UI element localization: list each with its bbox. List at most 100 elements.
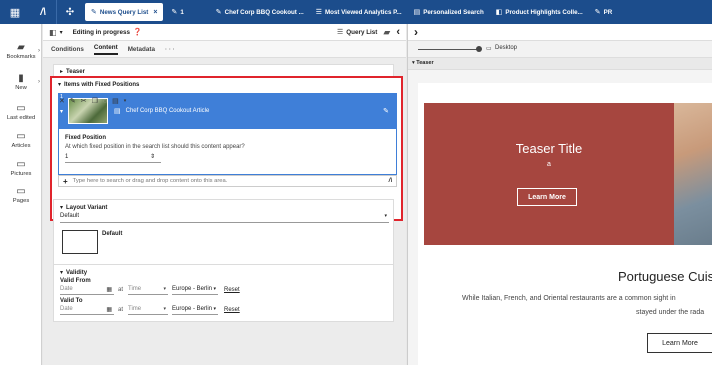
valid-to-date[interactable]: Date ▦ bbox=[60, 306, 114, 315]
calendar-icon[interactable]: ▦ bbox=[106, 286, 112, 293]
editor-panel: ◧ ▾ Editing in progress ❓ ☰ Query List ▰… bbox=[43, 24, 406, 365]
nav-pages[interactable]: ▭ Pages bbox=[0, 186, 42, 205]
tab-product-highlights[interactable]: ◧ Product Highlights Colle... bbox=[490, 0, 589, 24]
nav-label: Pages bbox=[12, 198, 30, 204]
timezone-value: Europe - Berlin bbox=[172, 306, 213, 312]
article-title: Portuguese Cuis bbox=[618, 269, 712, 284]
stepper-icon[interactable]: ⇕ bbox=[150, 153, 155, 160]
nav-new[interactable]: ▮ › New bbox=[0, 74, 42, 92]
valid-from-date[interactable]: Date ▦ bbox=[60, 286, 114, 295]
close-icon[interactable]: × bbox=[153, 9, 157, 16]
validity-section: ▾ Validity Valid From Date ▦ at Time ▾ E… bbox=[53, 264, 394, 322]
layout-variant-select[interactable]: Default ▾ bbox=[60, 213, 389, 223]
field-description: At which fixed position in the search li… bbox=[65, 144, 245, 150]
app-grid-icon[interactable]: ▦ bbox=[0, 0, 30, 24]
nav-pictures[interactable]: ▭ Pictures bbox=[0, 159, 42, 178]
nav-last-edited[interactable]: ▭ Last edited bbox=[0, 103, 42, 122]
pencil-icon: ✎ bbox=[594, 9, 601, 16]
tab-conditions[interactable]: Conditions bbox=[51, 46, 84, 53]
breadcrumb-item[interactable]: ▾ Teaser bbox=[412, 60, 434, 66]
tab-metadata[interactable]: Metadata bbox=[128, 46, 155, 53]
chevron-down-icon[interactable]: ▾ bbox=[60, 29, 63, 36]
device-slider-track[interactable] bbox=[418, 49, 478, 50]
chevron-down-icon: ▾ bbox=[163, 306, 166, 312]
article-learn-more-button[interactable]: Learn More bbox=[647, 333, 712, 353]
fixed-position-form: Fixed Position At which fixed position i… bbox=[58, 129, 397, 175]
remove-icon[interactable]: ✕ bbox=[59, 97, 65, 105]
section-header[interactable]: ▾ Layout Variant bbox=[60, 204, 108, 212]
chevron-down-icon: ▾ bbox=[163, 286, 166, 292]
item-title[interactable]: Chef Corp BBQ Cookout Article bbox=[126, 108, 210, 114]
tab-label: Chef Corp BBQ Cookout ... bbox=[224, 8, 304, 16]
reset-to-link[interactable]: Reset bbox=[224, 307, 240, 313]
article-text-line-1: While Italian, French, and Oriental rest… bbox=[462, 295, 676, 302]
paste-icon[interactable]: ◌ bbox=[103, 98, 107, 105]
section-header[interactable]: ▾ Items with Fixed Positions bbox=[58, 81, 139, 89]
pencil-icon[interactable]: ✎ bbox=[383, 107, 389, 115]
add-icon[interactable]: + bbox=[63, 177, 68, 186]
folder-icon: ▭ bbox=[16, 186, 26, 197]
valid-from-timezone[interactable]: Europe - Berlin ▾ bbox=[172, 286, 218, 295]
valid-to-timezone[interactable]: Europe - Berlin ▾ bbox=[172, 306, 218, 315]
fixed-position-input[interactable]: 1 ⇕ bbox=[65, 153, 161, 163]
time-placeholder: Time bbox=[128, 306, 142, 312]
content-search-field[interactable]: + Type here to search or drag and drop c… bbox=[58, 175, 397, 187]
reset-from-link[interactable]: Reset bbox=[224, 287, 240, 293]
pencil-icon: ✎ bbox=[215, 9, 222, 16]
chevron-down-icon[interactable]: ▾ bbox=[124, 98, 127, 104]
layout-preview-box[interactable] bbox=[62, 230, 98, 254]
field-label: Fixed Position bbox=[65, 135, 107, 141]
device-slider-handle[interactable] bbox=[476, 46, 482, 52]
nav-label: New bbox=[15, 85, 27, 91]
more-tabs-icon[interactable]: · · · bbox=[165, 46, 175, 53]
calendar-icon[interactable]: ▦ bbox=[106, 306, 112, 313]
device-label: Desktop bbox=[495, 45, 518, 51]
section-title: Layout Variant bbox=[66, 204, 108, 211]
valid-to-time[interactable]: Time ▾ bbox=[128, 306, 168, 315]
cut-icon[interactable]: ✂ bbox=[81, 97, 87, 105]
tab-label: Product Highlights Colle... bbox=[505, 8, 583, 16]
chevron-right-icon: › bbox=[38, 48, 40, 54]
tab-news-query-list[interactable]: ✎ News Query List × bbox=[85, 3, 164, 21]
nav-bookmarks[interactable]: ▰ › Bookmarks bbox=[0, 43, 42, 61]
chevron-down-icon: ▾ bbox=[213, 306, 216, 312]
section-header[interactable]: ▾ Validity bbox=[60, 269, 87, 277]
folder-icon: ▭ bbox=[16, 159, 26, 170]
library-icon[interactable]: /\ bbox=[389, 178, 392, 184]
device-bar: ▭ Desktop bbox=[408, 41, 712, 58]
nav-articles[interactable]: ▭ Articles bbox=[0, 132, 42, 150]
tab-1[interactable]: ✎ 1 bbox=[165, 0, 189, 24]
tab-personalized-search[interactable]: ▤ Personalized Search bbox=[408, 0, 490, 24]
preview-panel: › ▭ Desktop ▾ Teaser Teaser Title a Lear… bbox=[407, 24, 712, 365]
nav-label: Articles bbox=[11, 143, 31, 149]
preview-page: Teaser Title a Learn More Portuguese Cui… bbox=[418, 83, 712, 365]
workspace-icon[interactable]: ✣ bbox=[57, 0, 83, 24]
valid-from-time[interactable]: Time ▾ bbox=[128, 286, 168, 295]
tab-most-viewed[interactable]: ☰ Most Viewed Analytics P... bbox=[310, 0, 408, 24]
collapse-icon[interactable]: ‹ bbox=[396, 26, 400, 38]
expand-icon[interactable]: › bbox=[414, 25, 418, 39]
teaser-banner[interactable]: Teaser Title a Learn More bbox=[424, 103, 712, 245]
comment-icon[interactable]: ▰ bbox=[383, 27, 390, 38]
timezone-value: Europe - Berlin bbox=[172, 286, 213, 292]
tab-label: PR bbox=[603, 8, 613, 16]
preview-toolbar: › bbox=[408, 24, 712, 41]
edit-icon[interactable]: ✎ bbox=[70, 97, 76, 105]
top-bar: ▦ /\ ✣ ✎ News Query List × ✎ 1 ✎ Chef Co… bbox=[0, 0, 712, 24]
folder-icon: ▭ bbox=[16, 103, 26, 114]
tab-label: Most Viewed Analytics P... bbox=[325, 8, 402, 16]
tab-chef-corp[interactable]: ✎ Chef Corp BBQ Cookout ... bbox=[190, 0, 310, 24]
tab-content[interactable]: Content bbox=[93, 44, 118, 55]
copy-icon[interactable]: ❐ bbox=[92, 97, 98, 105]
teaser-learn-more-button[interactable]: Learn More bbox=[517, 188, 577, 206]
layout-option-label: Default bbox=[102, 231, 123, 237]
teaser-image bbox=[674, 103, 712, 245]
panel-toggle-icon[interactable]: ◧ bbox=[49, 28, 57, 37]
help-icon[interactable]: ❓ bbox=[133, 28, 142, 36]
view-icon[interactable]: ▤ bbox=[112, 97, 119, 105]
at-label: at bbox=[118, 307, 124, 313]
chevron-down-icon[interactable]: ▾ bbox=[60, 108, 63, 115]
editing-status: Editing in progress bbox=[72, 28, 130, 36]
date-placeholder: Date bbox=[60, 286, 73, 292]
tab-pr[interactable]: ✎ PR bbox=[589, 0, 618, 24]
